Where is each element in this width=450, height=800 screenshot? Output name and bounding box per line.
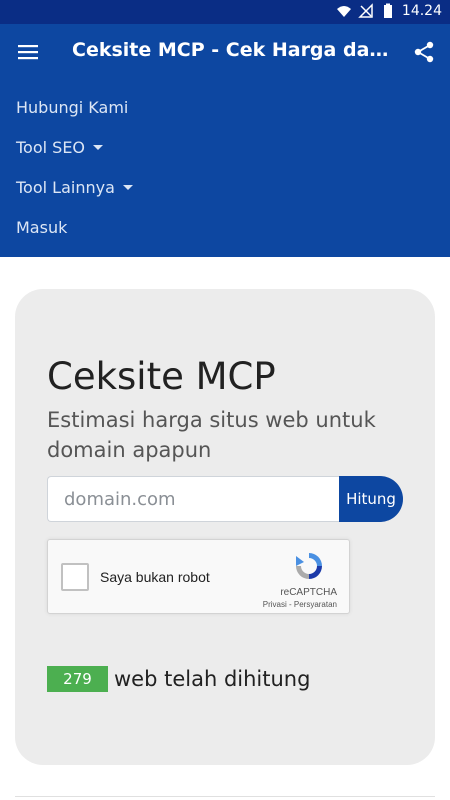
hero-card: Ceksite MCP Estimasi harga situs web unt… [15,289,435,765]
page-title: Ceksite MCP [47,355,276,398]
share-button[interactable] [406,36,442,68]
caret-down-icon [122,185,133,190]
nav-item-tool-lainnya[interactable]: Tool Lainnya [16,178,133,197]
nav-item-label: Masuk [16,218,68,237]
menu-button[interactable] [10,36,46,68]
wifi-icon [336,6,351,17]
app-bar: Ceksite MCP - Cek Harga dan Pen… [0,24,450,80]
domain-input[interactable] [47,476,339,522]
nav-item-label: Hubungi Kami [16,98,129,117]
hamburger-menu-icon [18,45,38,60]
recaptcha-checkbox[interactable] [61,563,89,591]
nav-item-masuk[interactable]: Masuk [16,218,67,237]
recaptcha-widget: Saya bukan robot reCAPTCHA Privasi - Per… [47,539,350,614]
nav-menu: Hubungi Kami Tool SEO Tool Lainnya Masuk [0,80,450,257]
status-bar: 14.24 [0,0,450,24]
recaptcha-links[interactable]: Privasi - Persyaratan [263,600,337,609]
nav-item-label: Tool SEO [16,138,86,157]
status-time: 14.24 [401,3,442,19]
page-subtitle: Estimasi harga situs web untuk domain ap… [47,408,376,462]
battery-icon [383,3,392,18]
count-badge: 279 [47,666,108,692]
count-label: web telah dihitung [114,667,311,691]
share-icon [414,41,434,63]
counter: 279 web telah dihitung [47,666,310,692]
app-title: Ceksite MCP - Cek Harga dan Pen… [72,39,392,61]
recaptcha-label: Saya bukan robot [100,569,210,585]
recaptcha-brand: reCAPTCHA [280,587,337,598]
hitung-button[interactable]: Hitung [339,476,403,522]
caret-down-icon [93,145,104,150]
nav-item-hubungi-kami[interactable]: Hubungi Kami [16,98,128,117]
nav-item-tool-seo[interactable]: Tool SEO [16,138,104,157]
signal-off-icon [358,3,373,18]
next-section-edge [15,796,435,800]
recaptcha-logo-icon [296,553,322,579]
nav-item-label: Tool Lainnya [16,178,115,197]
status-icons: 14.24 [336,3,442,19]
